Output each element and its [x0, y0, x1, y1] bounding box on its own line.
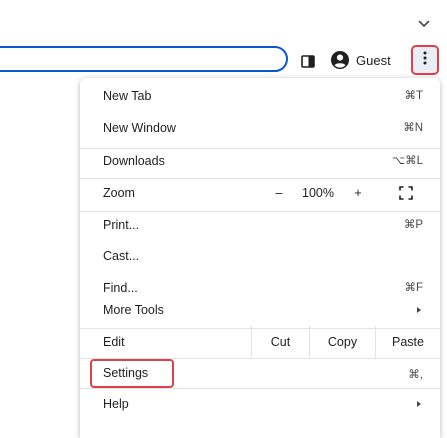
menu-item-help[interactable]: Help: [80, 388, 440, 420]
side-panel-icon[interactable]: [298, 51, 318, 71]
menu-item-shortcut: ⌘T: [404, 90, 423, 102]
browser-window: Guest New Tab ⌘T New Window ⌘N Downloads: [0, 0, 447, 438]
menu-item-new-window[interactable]: New Window ⌘N: [80, 112, 440, 144]
menu-item-label: Print...: [103, 218, 140, 232]
menu-item-downloads[interactable]: Downloads ⌥⌘L: [80, 145, 440, 177]
menu-item-cast[interactable]: Cast...: [80, 240, 440, 272]
chrome-menu-button[interactable]: [411, 45, 439, 75]
menu-item-label: More Tools: [103, 303, 164, 317]
fullscreen-icon[interactable]: [399, 186, 413, 200]
paste-button[interactable]: Paste: [375, 326, 440, 358]
menu-item-label: Cast...: [103, 249, 140, 263]
chevron-right-icon: [417, 307, 421, 313]
menu-item-shortcut: ⌥⌘L: [391, 155, 423, 167]
menu-item-label: Zoom: [103, 186, 135, 200]
profile-button[interactable]: Guest: [326, 47, 395, 73]
menu-item-label: Settings: [103, 366, 149, 380]
menu-item-shortcut: ⌘N: [403, 122, 423, 134]
zoom-level: 100%: [302, 186, 334, 200]
menu-item-print[interactable]: Print... ⌘P: [80, 209, 440, 241]
zoom-in-button[interactable]: +: [350, 177, 366, 209]
menu-item-label: New Tab: [103, 89, 152, 103]
menu-item-label: Downloads: [103, 154, 165, 168]
address-bar[interactable]: [0, 46, 288, 72]
chevron-down-icon[interactable]: [416, 16, 432, 32]
menu-item-label: Edit: [103, 335, 125, 349]
menu-item-edit: Edit Cut Copy Paste: [80, 326, 440, 358]
profile-label: Guest: [356, 52, 391, 68]
menu-item-zoom: Zoom – 100% +: [80, 177, 440, 209]
menu-item-shortcut: ⌘,: [408, 369, 423, 381]
toolbar: Guest: [0, 44, 447, 78]
chrome-app-menu: New Tab ⌘T New Window ⌘N Downloads ⌥⌘L Z…: [80, 78, 440, 438]
three-dots-vertical-icon: [423, 51, 427, 70]
menu-item-label: Help: [103, 397, 129, 411]
zoom-out-button[interactable]: –: [271, 177, 287, 209]
tab-strip: [0, 0, 447, 44]
cut-button[interactable]: Cut: [251, 326, 309, 358]
menu-item-new-tab[interactable]: New Tab ⌘T: [80, 80, 440, 112]
menu-item-more-tools[interactable]: More Tools: [80, 294, 440, 326]
menu-item-label: New Window: [103, 121, 176, 135]
menu-item-shortcut: ⌘P: [403, 219, 423, 231]
copy-button[interactable]: Copy: [309, 326, 375, 358]
account-circle-icon: [330, 50, 350, 70]
menu-item-settings[interactable]: Settings ⌘,: [80, 359, 440, 391]
settings-highlight: Settings: [90, 359, 174, 388]
chevron-right-icon: [417, 401, 421, 407]
